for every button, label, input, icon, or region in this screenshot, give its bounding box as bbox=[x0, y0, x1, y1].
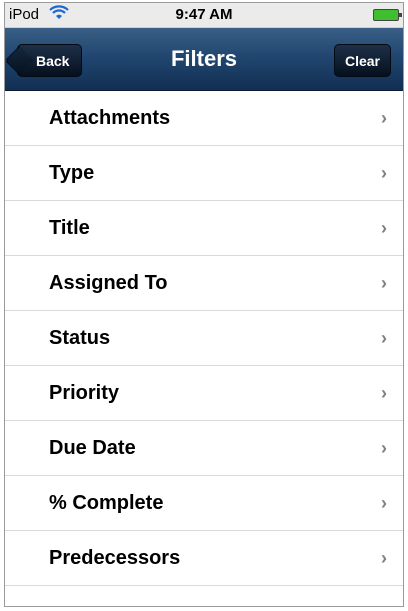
filter-row-label: Predecessors bbox=[49, 547, 181, 569]
filter-row-label: Type bbox=[49, 162, 95, 184]
filter-row-label: % Complete bbox=[49, 492, 164, 514]
filter-row-label: Due Date bbox=[49, 437, 136, 459]
filter-row-percent-complete[interactable]: % Complete › bbox=[5, 476, 403, 531]
filter-row-label: Priority bbox=[49, 382, 120, 404]
chevron-right-icon: › bbox=[381, 383, 387, 403]
filter-row-assigned-to[interactable]: Assigned To › bbox=[5, 256, 403, 311]
back-button-label: Back bbox=[36, 53, 70, 69]
clear-button[interactable]: Clear bbox=[333, 44, 391, 77]
filter-row-due-date[interactable]: Due Date › bbox=[5, 421, 403, 476]
chevron-right-icon: › bbox=[381, 218, 387, 238]
filter-row-type[interactable]: Type › bbox=[5, 146, 403, 201]
filter-row-label: Attachments bbox=[49, 107, 171, 129]
chevron-right-icon: › bbox=[381, 493, 387, 513]
filter-row-title[interactable]: Title › bbox=[5, 201, 403, 256]
chevron-right-icon: › bbox=[381, 328, 387, 348]
filter-row-priority[interactable]: Priority › bbox=[5, 366, 403, 421]
filter-row-label: Assigned To bbox=[49, 272, 168, 294]
chevron-right-icon: › bbox=[381, 163, 387, 183]
chevron-right-icon: › bbox=[381, 273, 387, 293]
device-screen: iPod 9:47 AM Filters Back Clear Attachme… bbox=[4, 2, 404, 607]
chevron-right-icon: › bbox=[381, 108, 387, 128]
chevron-right-icon: › bbox=[381, 438, 387, 458]
filter-row-status[interactable]: Status › bbox=[5, 311, 403, 366]
back-button[interactable]: Back bbox=[17, 44, 83, 77]
clock-time: 9:47 AM bbox=[175, 6, 233, 23]
chevron-right-icon: › bbox=[381, 548, 387, 568]
status-bar: iPod 9:47 AM bbox=[5, 3, 403, 28]
filter-row-attachments[interactable]: Attachments › bbox=[5, 91, 403, 146]
filter-row-predecessors[interactable]: Predecessors › bbox=[5, 531, 403, 586]
filter-list: Attachments › Type › Title › Assigned To… bbox=[5, 91, 403, 586]
navigation-bar: Filters Back Clear bbox=[5, 28, 403, 91]
battery-icon bbox=[373, 9, 402, 21]
filter-row-label: Title bbox=[49, 217, 90, 239]
filter-row-label: Status bbox=[49, 327, 111, 349]
